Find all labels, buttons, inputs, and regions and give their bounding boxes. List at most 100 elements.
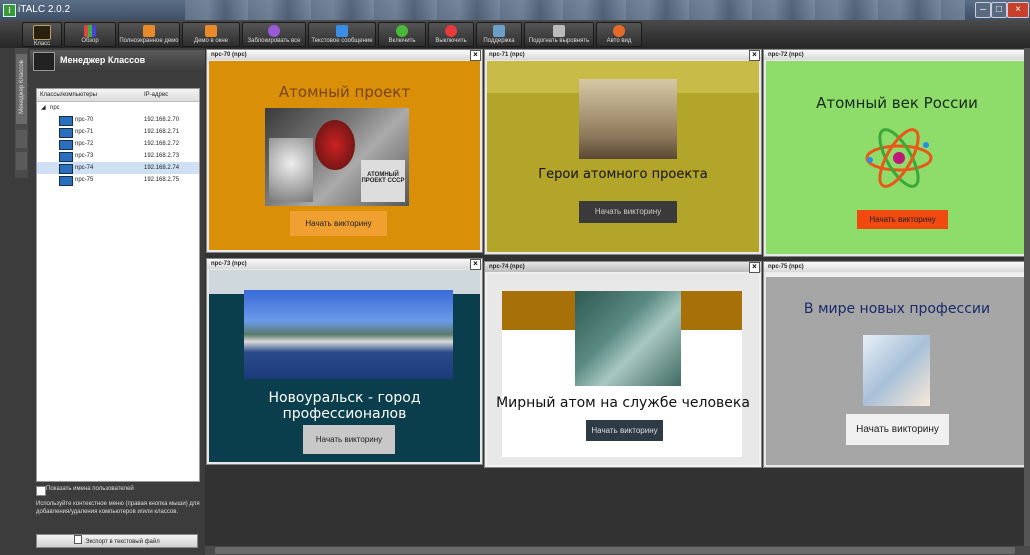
computer-icon <box>59 176 73 186</box>
tree-row[interactable]: npc-70 192.168.2.70 <box>37 114 199 126</box>
slide-heading: Герои атомного проекта <box>538 167 708 182</box>
class-icon <box>33 25 51 40</box>
maximize-button[interactable]: □ <box>991 2 1007 18</box>
professions-photo <box>863 335 930 406</box>
start-quiz-button[interactable]: Начать викторину <box>857 210 948 229</box>
support-button[interactable]: Поддержка <box>476 22 522 47</box>
panel-title: Менеджер Классов <box>60 55 146 65</box>
close-icon[interactable]: × <box>470 259 481 270</box>
column-ip-header[interactable]: IP-адрес <box>144 92 168 98</box>
peaceful-atom-photo <box>575 291 681 386</box>
computer-tree[interactable]: Классы/компьютеры IP-адрес ◢ npc npc-70 1… <box>36 88 200 482</box>
computer-icon <box>59 164 73 174</box>
computer-window-npc-75[interactable]: npc-75 (npc) В мире новых профессии Нача… <box>763 261 1030 468</box>
window-demo-button[interactable]: Демо в окне <box>182 22 240 47</box>
slide-heading: Новоуральск - город профессионалов <box>268 390 421 422</box>
computer-icon <box>59 152 73 162</box>
tree-row-selected[interactable]: npc-74 192.168.2.74 <box>37 162 199 174</box>
close-window-button[interactable]: × <box>1007 2 1029 18</box>
auto-view-icon <box>613 25 625 37</box>
slide-heading: Атомный век России <box>816 94 978 112</box>
context-menu-hint: Используйте контекстное меню (правая кно… <box>36 501 200 515</box>
tree-group[interactable]: ◢ npc <box>37 102 199 114</box>
overview-button[interactable]: Обзор <box>64 22 116 47</box>
scrollbar-thumb[interactable] <box>215 547 1015 554</box>
tree-row[interactable]: npc-75 192.168.2.75 <box>37 174 199 186</box>
slide-band <box>766 273 1028 277</box>
start-quiz-button[interactable]: Начать викторину <box>303 425 395 454</box>
screen-content: В мире новых профессии Начать викторину <box>766 273 1028 465</box>
class-button[interactable]: Класс <box>22 22 62 47</box>
sidebar-tab-strip: Менеджер Классов <box>15 48 28 178</box>
window-titlebar: npc-75 (npc) <box>764 262 1030 272</box>
atom-icon <box>865 128 933 188</box>
tree-row[interactable]: npc-71 192.168.2.71 <box>37 126 199 138</box>
align-icon <box>553 25 565 37</box>
support-icon <box>493 25 505 37</box>
tree-row[interactable]: npc-72 192.168.2.72 <box>37 138 199 150</box>
show-usernames-label: Показать имена пользователей <box>46 486 134 492</box>
window-titlebar: npc-73 (npc) × <box>207 259 482 270</box>
computer-window-npc-70[interactable]: npc-70 (npc) × Атомный проект АТОМНЫЙ ПРО… <box>206 49 483 253</box>
computer-icon <box>59 116 73 126</box>
lock-icon <box>268 25 280 37</box>
column-name-header[interactable]: Классы/компьютеры <box>40 92 97 98</box>
slide-heading: В мире новых профессии <box>803 301 991 317</box>
vertical-tab-label: Менеджер Классов <box>19 60 25 114</box>
text-message-button[interactable]: Текстовое сообщение <box>308 22 376 47</box>
auto-view-button[interactable]: Авто вид <box>596 22 642 47</box>
class-manager-header: Менеджер Классов <box>30 50 205 72</box>
book-cover: АТОМНЫЙ ПРОЕКТ СССР <box>361 160 405 202</box>
start-quiz-button[interactable]: Начать викторину <box>290 211 387 236</box>
start-quiz-button[interactable]: Начать викторину <box>586 420 663 441</box>
screen-content: Атомный век России Начать викторину <box>766 61 1028 254</box>
power-off-icon <box>445 25 457 37</box>
close-icon[interactable]: × <box>749 50 760 61</box>
fullscreen-demo-icon <box>143 25 155 37</box>
power-on-icon <box>396 25 408 37</box>
title-bar: i iTALC 2.0.2 – □ × <box>0 0 1030 20</box>
screen-content: Мирный атом на службе человека Начать ви… <box>487 273 759 465</box>
portrait-photo <box>269 138 313 202</box>
message-icon <box>336 25 348 37</box>
horizontal-scrollbar[interactable] <box>205 546 1030 555</box>
window-titlebar: npc-71 (npc) × <box>485 50 761 61</box>
start-quiz-button[interactable]: Начать викторину <box>579 201 677 223</box>
power-off-button[interactable]: Выключить <box>428 22 474 47</box>
show-usernames-checkbox[interactable] <box>36 486 46 496</box>
emblem-badge <box>315 120 355 170</box>
expand-arrow-icon[interactable]: ◢ <box>41 104 46 111</box>
window-titlebar: npc-74 (npc) × <box>485 262 761 273</box>
close-icon[interactable]: × <box>470 50 481 61</box>
slide-heading: Атомный проект <box>278 83 411 101</box>
app-logo-icon: i <box>3 4 16 17</box>
computer-window-npc-73[interactable]: npc-73 (npc) × Новоуральск - город профес… <box>206 258 483 465</box>
network-tab[interactable] <box>16 152 27 170</box>
minimize-button[interactable]: – <box>975 2 991 18</box>
power-on-button[interactable]: Включить <box>378 22 426 47</box>
computer-icon <box>59 140 73 150</box>
start-quiz-button[interactable]: Начать викторину <box>846 414 949 445</box>
computer-window-npc-72[interactable]: npc-72 (npc) Атомный век России Начать в… <box>763 49 1030 257</box>
computer-icon <box>59 128 73 138</box>
fullscreen-demo-button[interactable]: Полноэкранное демо <box>118 22 180 47</box>
lock-all-button[interactable]: Заблокировать все <box>242 22 306 47</box>
computer-window-npc-74[interactable]: npc-74 (npc) × Мирный атом на службе чело… <box>484 261 762 468</box>
computer-window-npc-71[interactable]: npc-71 (npc) × Герои атомного проекта Нач… <box>484 49 762 255</box>
export-icon <box>74 535 83 544</box>
toolbar: Класс Обзор Полноэкранное демо Демо в ок… <box>0 20 1030 48</box>
heroes-photo <box>579 79 677 159</box>
export-text-file-button[interactable]: Экспорт в текстовый файл <box>36 534 198 548</box>
screen-content: Атомный проект АТОМНЫЙ ПРОЕКТ СССР Начат… <box>209 61 480 250</box>
tree-row[interactable]: npc-73 192.168.2.73 <box>37 150 199 162</box>
snapshot-tab[interactable] <box>16 130 27 148</box>
window-titlebar: npc-72 (npc) <box>764 50 1030 60</box>
vertical-scrollbar[interactable] <box>1024 48 1030 546</box>
window-titlebar: npc-70 (npc) × <box>207 50 482 61</box>
atomic-project-photo: АТОМНЫЙ ПРОЕКТ СССР <box>265 108 409 206</box>
screen-content: Герои атомного проекта Начать викторину <box>487 61 759 252</box>
fit-align-button[interactable]: Подогнать выровнять <box>524 22 594 47</box>
overview-icon <box>84 25 96 37</box>
close-icon[interactable]: × <box>749 262 760 273</box>
screen-content: Новоуральск - город профессионалов Начат… <box>209 270 480 462</box>
